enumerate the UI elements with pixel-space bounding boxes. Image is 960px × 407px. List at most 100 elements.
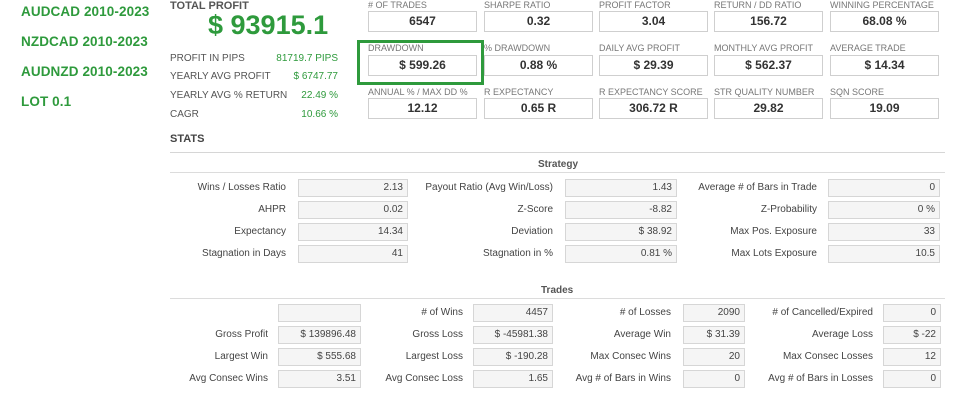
- trade-value: 0: [683, 370, 745, 388]
- trades-section-title: Trades: [541, 285, 574, 296]
- metric-value: 3.04: [599, 11, 708, 32]
- stat-label: Z-Score: [517, 204, 553, 215]
- metric-value: $ 562.37: [714, 55, 823, 76]
- summary-row-label: YEARLY AVG % RETURN: [170, 90, 288, 101]
- summary-row: PROFIT IN PIPS 81719.7 PIPS: [170, 53, 338, 67]
- trade-value: 12: [883, 348, 941, 366]
- summary-row-label: PROFIT IN PIPS: [170, 53, 245, 64]
- summary-row-label: CAGR: [170, 109, 199, 120]
- metric-value: 12.12: [368, 98, 477, 119]
- metric-label: R EXPECTANCY: [484, 87, 554, 97]
- stat-label: Max Pos. Exposure: [730, 226, 817, 237]
- stat-value: 1.43: [565, 179, 677, 197]
- trade-value: 2090: [683, 304, 745, 322]
- summary-row-value: 22.49 %: [301, 90, 338, 101]
- trade-value: 4457: [473, 304, 553, 322]
- trade-value: [278, 304, 361, 322]
- trade-value: $ 139896.48: [278, 326, 361, 344]
- metric-value: 0.88 %: [484, 55, 593, 76]
- metric-value: 68.08 %: [830, 11, 939, 32]
- stat-value: -8.82: [565, 201, 677, 219]
- trade-label: Avg Consec Wins: [189, 373, 268, 384]
- summary-row-value: 10.66 %: [301, 109, 338, 120]
- metric-label: PROFIT FACTOR: [599, 0, 671, 10]
- metric-value: 156.72: [714, 11, 823, 32]
- stat-label: AHPR: [258, 204, 286, 215]
- stat-label: Average # of Bars in Trade: [698, 182, 817, 193]
- pair-label-2: NZDCAD 2010-2023: [21, 34, 148, 49]
- metric-value: 0.65 R: [484, 98, 593, 119]
- trade-label: Max Consec Wins: [590, 351, 671, 362]
- metric-value: 19.09: [830, 98, 939, 119]
- trade-label: Gross Loss: [412, 329, 463, 340]
- trade-label: # of Cancelled/Expired: [772, 307, 873, 318]
- trade-value: 1.65: [473, 370, 553, 388]
- stat-value: 33: [828, 223, 940, 241]
- metric-value: 29.82: [714, 98, 823, 119]
- stat-label: Payout Ratio (Avg Win/Loss): [425, 182, 553, 193]
- stat-value: 0 %: [828, 201, 940, 219]
- stat-label: Deviation: [511, 226, 553, 237]
- stat-value: 2.13: [298, 179, 408, 197]
- stat-value: 14.34: [298, 223, 408, 241]
- trade-value: $ -22: [883, 326, 941, 344]
- pair-label-1: AUDCAD 2010-2023: [21, 4, 150, 19]
- strategy-divider: [170, 172, 945, 173]
- trade-label: Average Loss: [812, 329, 873, 340]
- lot-label: LOT 0.1: [21, 94, 72, 109]
- metric-value: 6547: [368, 11, 477, 32]
- trade-value: $ 31.39: [683, 326, 745, 344]
- metric-label: SHARPE RATIO: [484, 0, 551, 10]
- metric-label: % DRAWDOWN: [484, 43, 551, 53]
- trade-value: 0: [883, 370, 941, 388]
- metric-label: STR QUALITY NUMBER: [714, 87, 815, 97]
- stat-label: Stagnation in %: [482, 248, 553, 259]
- trade-label: # of Wins: [421, 307, 463, 318]
- stat-label: Wins / Losses Ratio: [197, 182, 286, 193]
- metric-value: 306.72 R: [599, 98, 708, 119]
- metric-value: 0.32: [484, 11, 593, 32]
- stats-divider: [170, 152, 945, 153]
- drawdown-highlight-frame: [357, 40, 484, 85]
- trade-value: 0: [883, 304, 941, 322]
- stat-value: 10.5: [828, 245, 940, 263]
- trade-value: $ -190.28: [473, 348, 553, 366]
- trade-label: Avg # of Bars in Wins: [575, 373, 671, 384]
- stat-label: Max Lots Exposure: [731, 248, 817, 259]
- stat-label: Z-Probability: [760, 204, 817, 215]
- trade-label: Avg # of Bars in Losses: [768, 373, 873, 384]
- trade-label: Max Consec Losses: [782, 351, 873, 362]
- pair-label-3: AUDNZD 2010-2023: [21, 64, 148, 79]
- trade-value: $ 555.68: [278, 348, 361, 366]
- metric-label: SQN SCORE: [830, 87, 885, 97]
- stat-value: $ 38.92: [565, 223, 677, 241]
- summary-row-value: 81719.7 PIPS: [276, 53, 338, 64]
- stat-label: Expectancy: [234, 226, 286, 237]
- trades-divider: [170, 298, 945, 299]
- total-profit-value: $ 93915.1: [208, 10, 329, 40]
- trade-value: 20: [683, 348, 745, 366]
- trade-label: Largest Win: [214, 351, 268, 362]
- metric-label: AVERAGE TRADE: [830, 43, 906, 53]
- stat-value: 0.81 %: [565, 245, 677, 263]
- trade-label: # of Losses: [619, 307, 671, 318]
- trade-value: 3.51: [278, 370, 361, 388]
- summary-row: CAGR 10.66 %: [170, 109, 338, 123]
- metric-label: DAILY AVG PROFIT: [599, 43, 681, 53]
- trade-label: Gross Profit: [215, 329, 268, 340]
- trade-value: $ -45981.38: [473, 326, 553, 344]
- trade-label: Avg Consec Loss: [385, 373, 463, 384]
- stat-value: 0: [828, 179, 940, 197]
- summary-row-value: $ 6747.77: [293, 71, 339, 82]
- stat-value: 0.02: [298, 201, 408, 219]
- summary-row-label: YEARLY AVG PROFIT: [170, 71, 271, 82]
- metric-label: R EXPECTANCY SCORE: [599, 87, 703, 97]
- metric-label: WINNING PERCENTAGE: [830, 0, 934, 10]
- trade-label: Largest Loss: [405, 351, 463, 362]
- metric-label: MONTHLY AVG PROFIT: [714, 43, 814, 53]
- strategy-section-title: Strategy: [538, 159, 579, 170]
- metric-label: RETURN / DD RATIO: [714, 0, 802, 10]
- metric-label: # OF TRADES: [368, 0, 427, 10]
- stat-label: Stagnation in Days: [202, 248, 286, 259]
- stats-title: STATS: [170, 133, 205, 145]
